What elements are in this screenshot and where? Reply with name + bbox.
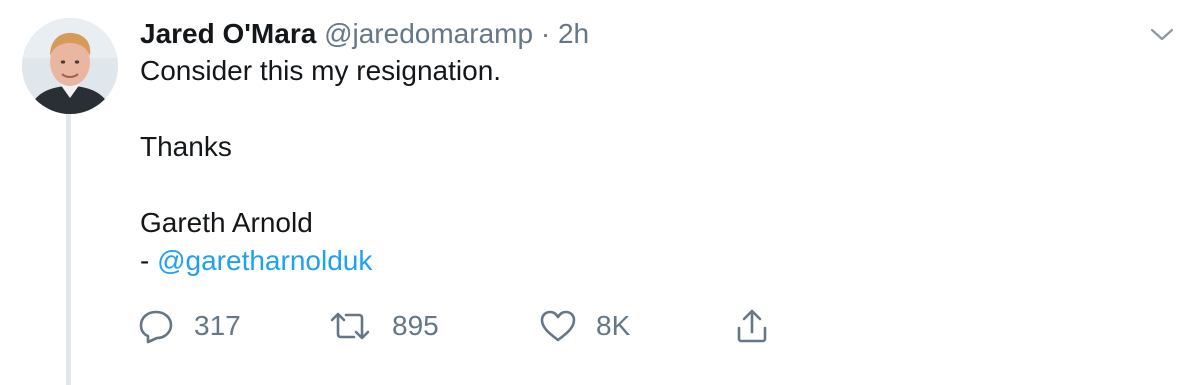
reply-icon (139, 310, 173, 344)
share-icon (737, 309, 767, 343)
more-options-button[interactable] (1148, 22, 1176, 46)
tweet-line-signature: - @garetharnolduk (140, 242, 1140, 280)
tweet-timestamp[interactable]: 2h (558, 18, 589, 49)
chevron-down-icon (1150, 28, 1174, 41)
display-name[interactable]: Jared O'Mara (140, 18, 316, 49)
tweet-line: Thanks (140, 131, 232, 162)
like-button[interactable]: 8K (538, 306, 630, 346)
retweet-count: 895 (392, 310, 439, 341)
heart-icon (540, 310, 576, 342)
reply-count: 317 (194, 310, 241, 341)
user-handle[interactable]: @jaredomaramp (324, 18, 533, 49)
retweet-icon (330, 312, 370, 340)
dash-prefix: - (140, 245, 158, 276)
tweet-header: Jared O'Mara @jaredomaramp · 2h (140, 14, 1140, 54)
mention-link[interactable]: @garetharnolduk (157, 245, 372, 276)
tweet-body: Jared O'Mara @jaredomaramp · 2h Consider… (140, 14, 1140, 280)
separator-dot: · (540, 18, 551, 49)
thread-line (66, 112, 71, 385)
tweet-line: Gareth Arnold (140, 207, 313, 238)
retweet-button[interactable]: 895 (326, 306, 439, 346)
avatar-image (22, 18, 118, 114)
share-button[interactable] (734, 306, 770, 346)
tweet-text: Consider this my resignation. Thanks Gar… (140, 52, 1140, 280)
like-count: 8K (596, 310, 631, 341)
reply-button[interactable]: 317 (136, 306, 241, 346)
tweet-line: Consider this my resignation. (140, 55, 502, 86)
avatar[interactable] (22, 18, 118, 114)
